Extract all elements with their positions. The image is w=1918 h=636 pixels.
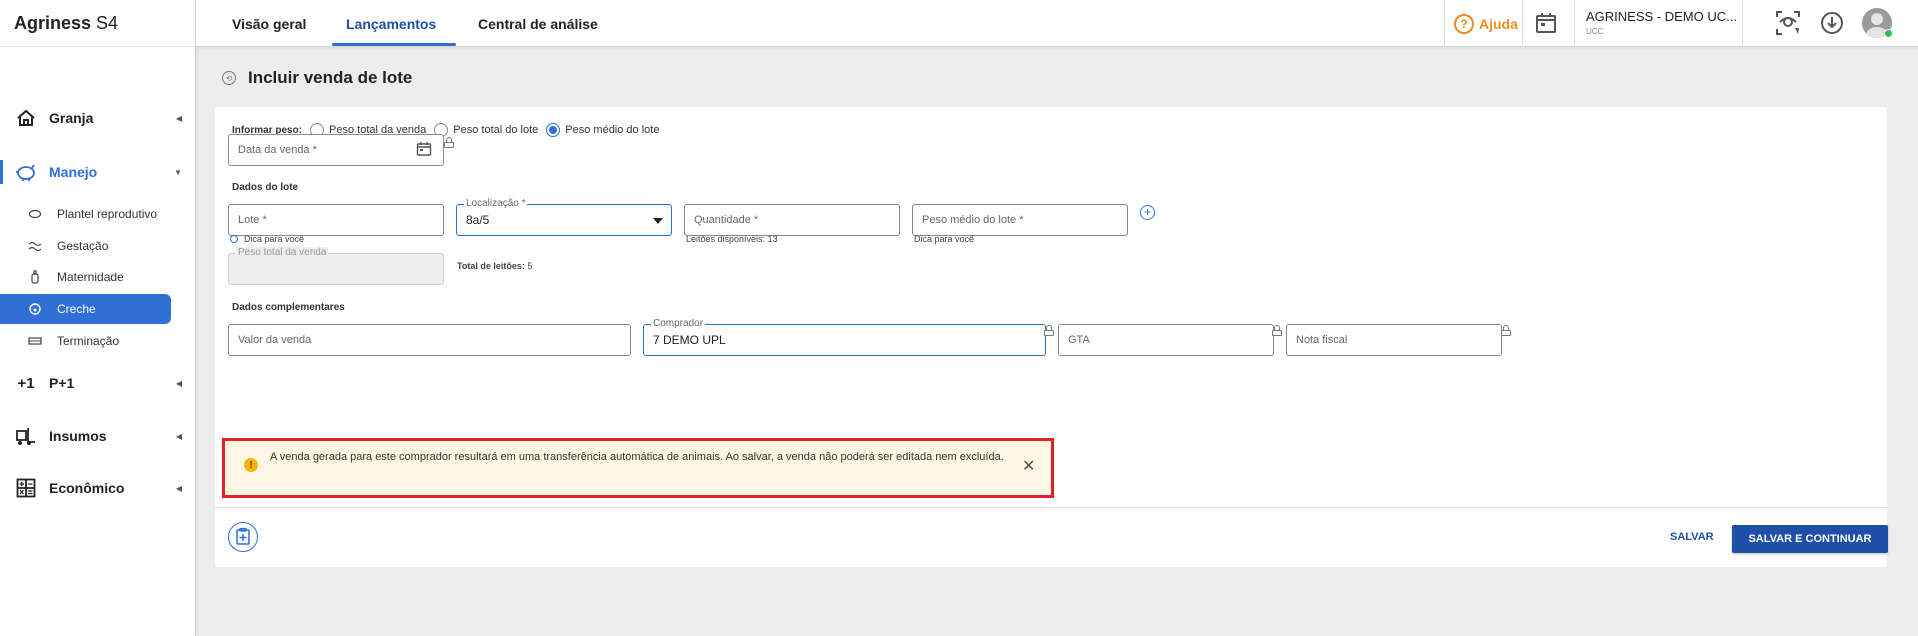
sidebar-item-gestacao[interactable]: Gestação — [0, 231, 171, 261]
page-header: ⟲ Incluir venda de lote — [222, 68, 412, 88]
chevron-left-icon: ◀ — [175, 483, 182, 493]
sidebar-item-creche[interactable]: Creche — [0, 294, 171, 324]
sidebar-item-p1[interactable]: +1 P+1 ◀ — [0, 368, 196, 398]
divider — [215, 507, 1887, 508]
chevron-down-icon: ▼ — [174, 167, 182, 177]
add-note-button[interactable] — [228, 522, 258, 552]
alert-message: A venda gerada para este comprador resul… — [270, 451, 1004, 463]
sidebar-item-terminacao[interactable]: Terminação — [0, 326, 171, 356]
gta-field[interactable]: GTA — [1058, 324, 1274, 356]
vision-icon — [1775, 10, 1801, 39]
info-icon — [230, 235, 238, 243]
chevron-left-icon: ◀ — [175, 378, 182, 388]
sidebar-item-maternidade[interactable]: Maternidade — [0, 262, 171, 292]
dropdown-arrow-icon — [653, 218, 663, 224]
save-continue-button[interactable]: SALVAR E CONTINUAR — [1732, 525, 1888, 553]
sidebar-item-granja[interactable]: Granja ◀ — [0, 103, 196, 133]
lock-icon[interactable] — [1501, 325, 1511, 336]
feeder-icon — [28, 334, 42, 348]
quantity-hint: Leitões disponíveis: 13 — [686, 234, 778, 244]
avg-weight-field[interactable]: Peso médio do lote * — [912, 204, 1128, 236]
sale-date-field[interactable]: Data da venda * — [228, 134, 444, 166]
sidebar-item-insumos[interactable]: Insumos ◀ — [0, 421, 196, 451]
extra-section-title: Dados complementares — [232, 302, 345, 313]
sidebar-item-plantel[interactable]: Plantel reprodutivo — [0, 199, 171, 229]
chevron-left-icon: ◀ — [175, 113, 182, 123]
divider — [1444, 0, 1445, 47]
online-status-dot — [1884, 29, 1893, 38]
invoice-field[interactable]: Nota fiscal — [1286, 324, 1502, 356]
lot-section-title: Dados do lote — [232, 182, 299, 193]
plus-one-icon: +1 — [17, 374, 35, 392]
sidebar-item-economico[interactable]: Econômico ◀ — [0, 473, 196, 503]
pig-icon — [28, 207, 42, 221]
tab-central-analise[interactable]: Central de análise — [478, 0, 598, 47]
save-button[interactable]: SALVAR — [1670, 531, 1714, 543]
buyer-field[interactable]: Comprador 7 DEMO UPL — [643, 318, 1046, 356]
account-selector[interactable]: AGRINESS - DEMO UC... UCC — [1586, 9, 1737, 36]
lot-hint[interactable]: Dica para você — [230, 234, 304, 244]
page-title: Incluir venda de lote — [248, 68, 413, 87]
forklift-icon — [14, 424, 38, 448]
app-logo[interactable]: Agriness S4 — [0, 0, 195, 47]
download-button[interactable] — [1818, 10, 1846, 38]
divider — [1522, 0, 1523, 47]
help-button[interactable]: ? Ajuda — [1454, 0, 1518, 47]
piglet-icon — [28, 302, 42, 316]
add-lot-icon[interactable]: + — [1140, 205, 1155, 220]
total-piglets: Total de leitões: 5 — [457, 261, 533, 271]
avg-weight-hint[interactable]: Dica para você — [914, 234, 974, 244]
location-select[interactable]: Localização * 8a/5 — [456, 198, 672, 236]
download-icon — [1819, 10, 1845, 39]
vision-button[interactable] — [1774, 10, 1802, 38]
quantity-field[interactable]: Quantidade * — [684, 204, 900, 236]
chevron-left-icon: ◀ — [175, 431, 182, 441]
back-icon[interactable]: ⟲ — [222, 71, 236, 85]
question-icon: ? — [1454, 13, 1474, 34]
calendar-button[interactable] — [1532, 10, 1560, 38]
gestation-icon — [28, 239, 42, 253]
tab-lancamentos[interactable]: Lançamentos — [331, 0, 457, 47]
clipboard-plus-icon — [235, 527, 251, 548]
lock-icon[interactable] — [1044, 325, 1054, 336]
calendar-icon[interactable] — [416, 141, 432, 160]
sidebar-item-manejo[interactable]: Manejo ▼ — [0, 157, 196, 187]
lock-icon[interactable] — [444, 137, 454, 148]
tab-visao-geral[interactable]: Visão geral — [232, 0, 306, 47]
piggy-icon — [14, 160, 38, 184]
lot-field[interactable]: Lote * — [228, 204, 444, 236]
calculator-icon — [14, 476, 38, 500]
calendar-icon — [1534, 11, 1558, 38]
sidebar: Agriness S4 Granja ◀ Manejo ▼ Plantel rep… — [0, 0, 196, 636]
close-icon[interactable]: ✕ — [1022, 456, 1035, 476]
top-bar: Visão geral Lançamentos Central de análi… — [196, 0, 1918, 47]
form-card: Informar peso: Peso total da venda Peso … — [215, 107, 1888, 567]
house-icon — [14, 106, 38, 130]
total-weight-field: Peso total da venda — [228, 247, 444, 285]
radio-checked-icon — [546, 123, 561, 137]
warning-icon: ! — [244, 458, 258, 472]
radio-peso-medio-lote[interactable]: Peso médio do lote — [546, 123, 659, 137]
divider — [1742, 0, 1743, 47]
bottle-icon — [28, 270, 42, 284]
radio-peso-total-lote[interactable]: Peso total do lote — [434, 123, 538, 137]
sale-value-field[interactable]: Valor da venda — [228, 324, 631, 356]
warning-alert: ! A venda gerada para este comprador res… — [222, 438, 1054, 498]
divider — [1574, 0, 1575, 47]
lock-icon[interactable] — [1272, 325, 1282, 336]
